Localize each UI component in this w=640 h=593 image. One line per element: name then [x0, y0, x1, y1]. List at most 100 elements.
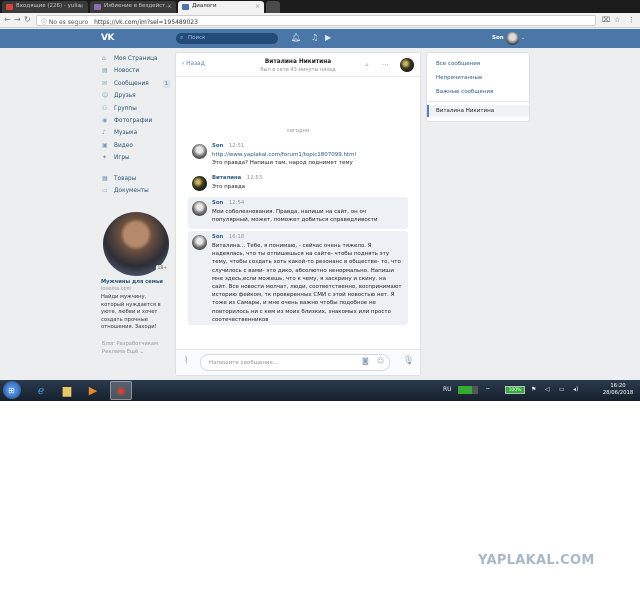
monitor-icon[interactable]: ▭: [559, 386, 565, 393]
chat-icon: ✉: [102, 79, 108, 87]
tab-strip: Входящие (226) - yulia × Избиение в безд…: [0, 0, 640, 13]
user-name[interactable]: Son: [492, 35, 504, 41]
back-arrow-icon[interactable]: ←: [4, 15, 11, 24]
sidebar-item-goods[interactable]: ▦ Товары: [101, 173, 171, 185]
filter-important[interactable]: Важные сообщения: [436, 89, 493, 95]
message-author[interactable]: Son: [212, 234, 223, 240]
search-icon: ⌕: [180, 34, 184, 41]
message[interactable]: Son 16:18 Виталина... Тебе, я понимаю, -…: [188, 231, 408, 325]
network-signal-icon[interactable]: [458, 386, 478, 394]
tab-yaplakal[interactable]: Избиение в бездейст... ×: [90, 1, 176, 13]
avatar[interactable]: [506, 32, 519, 45]
close-icon[interactable]: ×: [79, 3, 84, 10]
more-icon[interactable]: ···: [382, 61, 389, 69]
new-tab-button[interactable]: [266, 1, 280, 13]
sidebar-item-label: Видео: [114, 142, 133, 149]
vk-header: VK ⌕ Поиск 🔔︎ ♫ ▶ Son ⌄: [0, 29, 640, 48]
url-input[interactable]: ⓘ No es seguro https://vk.com/im?sel=195…: [36, 15, 596, 26]
tab-dialogs[interactable]: Диалоги ×: [178, 1, 264, 13]
sidebar-item-news[interactable]: ▤ Новости: [101, 65, 171, 77]
media-player-icon[interactable]: ▶: [82, 381, 104, 400]
unread-badge: 1: [162, 79, 170, 88]
close-icon[interactable]: ×: [255, 3, 260, 10]
chevron-down-icon[interactable]: ⌄: [521, 35, 525, 41]
sidebar: ⌂ Моя Страница ▤ Новости ✉ Сообщения 1 ☺ Друз…: [101, 53, 171, 197]
sidebar-ad[interactable]: 18+ Мужчины для семьи loveina.com Найди …: [101, 212, 171, 332]
message-author[interactable]: Son: [212, 143, 223, 149]
star-icon[interactable]: ☆: [614, 16, 620, 24]
avatar[interactable]: [192, 235, 207, 250]
docs-icon: ▭: [102, 186, 108, 194]
message-body: Это правда: [212, 184, 246, 190]
divider: [427, 101, 529, 102]
avatar[interactable]: [400, 58, 414, 72]
message-body: Это правда? Напиши там, народ поднимет т…: [212, 160, 353, 167]
vk-logo[interactable]: VK: [101, 33, 114, 43]
translate-icon[interactable]: ⌧: [602, 16, 610, 24]
ad-title[interactable]: Мужчины для семьи: [101, 279, 171, 285]
message-text: http://www.yaplakal.com/forum1/topic1807…: [212, 151, 402, 167]
avatar[interactable]: [192, 201, 207, 216]
message-author[interactable]: Виталина: [212, 175, 241, 181]
close-icon[interactable]: ×: [167, 3, 172, 10]
selected-dialog[interactable]: Виталина Никитина: [427, 105, 529, 117]
search-input[interactable]: ⌕ Поиск: [176, 33, 278, 44]
browser-window: Входящие (226) - yulia × Избиение в безд…: [0, 0, 640, 401]
sidebar-item-documents[interactable]: ▭ Документы: [101, 185, 171, 197]
sidebar-item-label: Фотографии: [114, 117, 153, 124]
reload-icon[interactable]: ↻: [24, 15, 31, 24]
sidebar-item-games[interactable]: ✦ Игры: [101, 152, 171, 164]
microphone-icon[interactable]: 🎙︎: [403, 356, 414, 366]
sidebar-item-friends[interactable]: ☺ Друзья: [101, 90, 171, 102]
camera-icon[interactable]: ◙: [362, 357, 369, 365]
sidebar-item-label: Музыка: [114, 130, 138, 137]
windows-logo-icon: ⊞: [8, 386, 15, 395]
battery-indicator[interactable]: 100%: [505, 386, 525, 394]
tab-label: Избиение в бездейст...: [104, 3, 171, 9]
wifi-icon[interactable]: ⌔: [485, 386, 491, 394]
footer-line-1[interactable]: Блог Разработчикам: [102, 340, 172, 348]
message[interactable]: Son 12:54 Мои соболезнования. Правда, на…: [188, 197, 408, 229]
search-placeholder: Поиск: [188, 35, 206, 41]
clock[interactable]: 16:20 28/06/2018: [598, 383, 638, 397]
avatar[interactable]: [192, 176, 207, 191]
sidebar-item-messages[interactable]: ✉ Сообщения 1: [101, 78, 171, 90]
message-link[interactable]: http://www.yaplakal.com/forum1/topic1807…: [212, 151, 402, 159]
message-author[interactable]: Son: [212, 200, 223, 206]
avatar[interactable]: [192, 144, 207, 159]
paperclip-icon[interactable]: ⌇: [184, 356, 188, 366]
tab-gmail[interactable]: Входящие (226) - yulia ×: [2, 1, 88, 13]
play-icon[interactable]: ▶: [325, 33, 331, 42]
message[interactable]: Son 12:51 http://www.yaplakal.com/forum1…: [188, 140, 408, 172]
sidebar-item-video[interactable]: ▣ Видео: [101, 140, 171, 152]
volume-icon[interactable]: ◂): [573, 386, 578, 393]
filter-all[interactable]: Все сообщения: [436, 61, 480, 67]
language-indicator[interactable]: RU: [443, 386, 452, 393]
sidebar-item-photos[interactable]: ◉ Фотографии: [101, 115, 171, 127]
menu-icon[interactable]: ⋮: [628, 16, 635, 24]
sidebar-item-label: Товары: [114, 175, 137, 182]
chrome-icon[interactable]: ◉: [110, 381, 132, 400]
ie-icon[interactable]: ℯ: [30, 381, 52, 400]
folder-icon[interactable]: ▆: [56, 381, 78, 400]
ad-image[interactable]: 18+: [103, 212, 169, 276]
flag-icon[interactable]: ⚑: [531, 386, 536, 393]
sidebar-item-music[interactable]: ♪ Музыка: [101, 127, 171, 139]
message[interactable]: Виталина 12:53 Это правда: [188, 172, 408, 196]
filter-unread[interactable]: Непрочитанные: [436, 75, 482, 81]
sidebar-item-groups[interactable]: ⚇ Группы: [101, 103, 171, 115]
sidebar-item-my-page[interactable]: ⌂ Моя Страница: [101, 53, 171, 65]
chat-panel: ‹ Назад Виталина Никитина был в сети 43 …: [176, 53, 420, 375]
bell-icon[interactable]: 🔔︎: [291, 33, 301, 42]
smile-icon[interactable]: ☺: [377, 357, 384, 365]
music-note-icon[interactable]: ♫: [311, 33, 318, 42]
search-icon[interactable]: ⌕: [365, 61, 369, 70]
sidebar-item-label: Друзья: [114, 93, 136, 100]
forward-arrow-icon[interactable]: →: [14, 15, 21, 24]
sidebar-divider: [101, 165, 171, 173]
home-icon: ⌂: [102, 55, 106, 62]
message-time: 16:18: [228, 234, 245, 240]
message-time: 12:54: [228, 200, 245, 206]
footer-line-2[interactable]: Реклама Ещё ⌄: [102, 348, 172, 356]
speaker-icon[interactable]: ◁: [545, 386, 550, 393]
